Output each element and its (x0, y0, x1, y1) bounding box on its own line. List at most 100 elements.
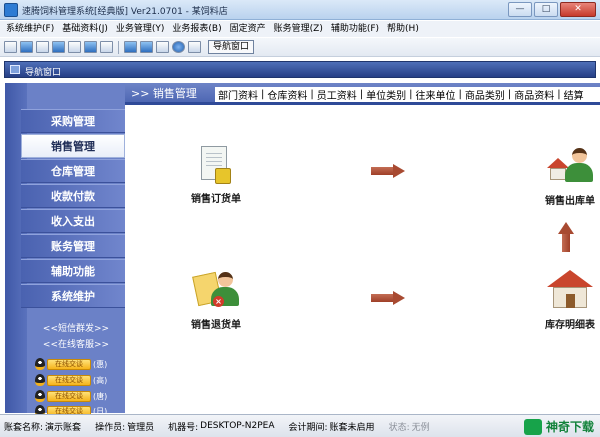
sidebar-item-income-expense[interactable]: 收入支出 (21, 209, 125, 233)
watermark-text: 神奇下载 (545, 420, 594, 434)
state-label: 状态: (388, 422, 410, 433)
tab-product-categories[interactable]: 商品类别 (462, 87, 508, 102)
machine-value: DESKTOP-N2PEA (200, 421, 275, 431)
window-icon (10, 65, 20, 74)
sales-return-tile[interactable]: × 销售退货单 (171, 270, 261, 331)
sidebar-item-system[interactable]: 系统维护 (21, 284, 125, 308)
edit-icon[interactable] (100, 41, 113, 53)
new-document-icon[interactable] (4, 41, 17, 53)
qq-penguin-icon (35, 358, 45, 370)
qq-chat-badge[interactable]: 在线交谈 (47, 358, 91, 370)
sidebar: 采购管理 销售管理 仓库管理 收款付款 收入支出 账务管理 辅助功能 系统维护 … (5, 83, 125, 417)
nav-panel-title: 导航窗口 (25, 68, 62, 78)
current-module-label: >> 销售管理 (131, 87, 197, 100)
minimize-button[interactable]: — (508, 2, 532, 17)
tab-unit-categories[interactable]: 单位类别 (363, 87, 409, 102)
module-tab-bar: >> 销售管理 部门资料 | 仓库资料 | 员工资料 | 单位类别 | 往来单位 | 商品… (125, 83, 600, 105)
state-value: 无例 (411, 422, 430, 433)
sidebar-item-warehouse[interactable]: 仓库管理 (21, 159, 125, 183)
print-icon[interactable] (156, 41, 169, 53)
save-icon[interactable] (140, 41, 153, 53)
sales-outbound-icon (547, 146, 593, 186)
menu-help[interactable]: 帮助(H) (383, 21, 423, 37)
exit-icon[interactable] (188, 41, 201, 53)
monitor-icon[interactable] (124, 41, 137, 53)
menu-system-maintenance[interactable]: 系统维护(F) (2, 21, 58, 37)
sales-order-tile[interactable]: 销售订货单 (171, 146, 261, 205)
tab-products[interactable]: 商品资料 (511, 87, 557, 102)
menu-business-management[interactable]: 业务管理(Y) (112, 21, 169, 37)
menu-bar: 系统维护(F) 基础资料(J) 业务管理(Y) 业务报表(B) 固定资产 账务管… (0, 21, 600, 37)
sales-return-icon: × (192, 270, 239, 310)
operator-label: 操作员: (95, 422, 126, 433)
account-name-label: 账套名称: (4, 422, 44, 433)
period-value: 账套未启用 (329, 422, 375, 433)
menu-fixed-assets[interactable]: 固定资产 (226, 21, 270, 37)
nav-window-button[interactable]: 导航窗口 (208, 40, 255, 54)
sidebar-item-accounts[interactable]: 账务管理 (21, 234, 125, 258)
close-button[interactable]: ✕ (560, 2, 596, 17)
app-icon (4, 3, 18, 17)
arrow-right-icon (371, 291, 405, 305)
qq-chat-badge[interactable]: 在线交谈 (47, 374, 91, 386)
qq-penguin-icon (35, 374, 45, 386)
sales-order-icon (201, 146, 231, 184)
machine-label: 机器号: (168, 422, 199, 433)
qq-tag: (高) (93, 375, 108, 385)
sms-broadcast-link[interactable]: <<短信群发>> (27, 321, 125, 337)
qq-chat-badge[interactable]: 在线交谈 (47, 390, 91, 402)
sales-return-label: 销售退货单 (191, 320, 241, 331)
menu-accounts[interactable]: 账务管理(Z) (270, 21, 327, 37)
toolbar: 导航窗口 (0, 38, 600, 57)
sales-order-label: 销售订货单 (191, 194, 241, 205)
sales-outbound-tile[interactable]: 销售出库单 (525, 146, 600, 207)
help-icon[interactable] (172, 41, 185, 53)
title-bar: 速腾饲料管理系统[经典版] Ver21.0701 - 某饲料店 — □ ✕ (0, 0, 600, 20)
warehouse-icon (547, 270, 593, 310)
stock-detail-label: 库存明细表 (545, 320, 595, 331)
export-icon[interactable] (68, 41, 81, 53)
workflow-area: 销售订货单 销售出库单 × 销售退货单 库存明细表 (125, 108, 600, 413)
window-controls: — □ ✕ (508, 2, 596, 17)
import-icon[interactable] (52, 41, 65, 53)
account-name-value: 演示账套 (45, 422, 82, 433)
qq-contact-1[interactable]: 在线交谈 (惠) (35, 357, 107, 371)
qq-tag: (唐) (93, 391, 108, 401)
stock-detail-tile[interactable]: 库存明细表 (525, 270, 600, 331)
list-icon[interactable] (36, 41, 49, 53)
download-logo-icon (523, 418, 542, 435)
nav-panel-header: 导航窗口 (0, 58, 600, 82)
sidebar-item-purchase[interactable]: 采购管理 (21, 109, 125, 133)
maximize-button[interactable]: □ (534, 2, 558, 17)
qq-tag: (惠) (93, 359, 108, 369)
users-icon[interactable] (84, 41, 97, 53)
period-label: 会计期间: (288, 422, 328, 433)
quick-tab-list: 部门资料 | 仓库资料 | 员工资料 | 单位类别 | 往来单位 | 商品类别 | 商品资料… (215, 87, 600, 102)
nav-panel-title-bar: 导航窗口 (4, 61, 596, 78)
tab-settlement[interactable]: 结算 (561, 87, 587, 102)
tab-warehouses[interactable]: 仓库资料 (264, 87, 310, 102)
toolbar-separator (118, 40, 119, 54)
arrow-right-icon (371, 164, 405, 178)
sales-outbound-label: 销售出库单 (545, 196, 595, 207)
sidebar-item-payments[interactable]: 收款付款 (21, 184, 125, 208)
window-icon[interactable] (20, 41, 33, 53)
tab-employees[interactable]: 员工资料 (314, 87, 360, 102)
operator-value: 管理员 (127, 422, 155, 433)
sidebar-item-auxiliary[interactable]: 辅助功能 (21, 259, 125, 283)
arrow-up-icon (558, 222, 574, 252)
menu-auxiliary[interactable]: 辅助功能(F) (327, 21, 383, 37)
sidebar-item-sales[interactable]: 销售管理 (21, 134, 125, 158)
qq-contact-3[interactable]: 在线交谈 (唐) (35, 389, 107, 403)
online-support-link[interactable]: <<在线客服>> (27, 337, 125, 353)
status-bar: 账套名称: 演示账套 操作员: 管理员 机器号: DESKTOP-N2PEA 会… (0, 414, 600, 437)
sidebar-links: <<短信群发>> <<在线客服>> (27, 321, 125, 353)
tab-partners[interactable]: 往来单位 (413, 87, 459, 102)
menu-business-reports[interactable]: 业务报表(B) (168, 21, 225, 37)
qq-contact-2[interactable]: 在线交谈 (高) (35, 373, 107, 387)
watermark: 神奇下载 (523, 418, 594, 435)
tab-departments[interactable]: 部门资料 (215, 87, 261, 102)
window-title: 速腾饲料管理系统[经典版] Ver21.0701 - 某饲料店 (22, 7, 228, 17)
menu-basic-data[interactable]: 基础资料(J) (58, 21, 112, 37)
qq-penguin-icon (35, 390, 45, 402)
